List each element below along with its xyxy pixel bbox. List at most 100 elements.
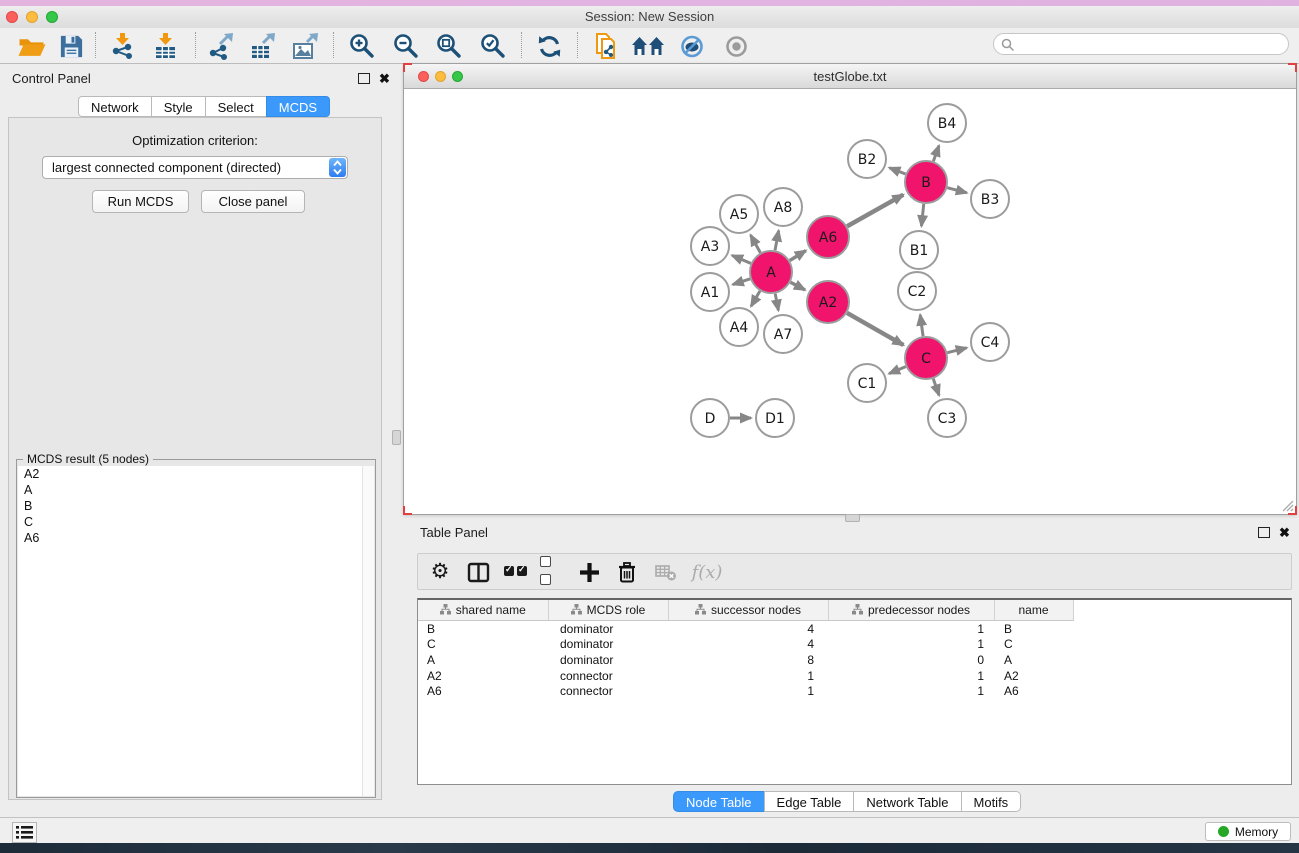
import-table-button[interactable] [147, 31, 185, 61]
vertical-splitter-handle[interactable] [392, 430, 401, 445]
node-table[interactable]: shared name MCDS role successor nodes pr… [417, 598, 1292, 785]
mcds-result-item[interactable]: C [18, 514, 374, 530]
node-A7[interactable]: A7 [764, 315, 802, 353]
float-panel-icon[interactable] [358, 73, 370, 84]
tab-select[interactable]: Select [205, 96, 267, 117]
edge-A-A1[interactable] [733, 279, 750, 285]
export-image-button[interactable] [287, 31, 325, 61]
node-D1[interactable]: D1 [756, 399, 794, 437]
node-C[interactable]: C [905, 337, 947, 379]
export-table-button[interactable] [244, 31, 282, 61]
mcds-result-item[interactable]: A [18, 482, 374, 498]
table-row[interactable]: A2connector11A2 [418, 668, 1073, 684]
table-row[interactable]: A6connector11A6 [418, 683, 1073, 699]
edge-B-B3[interactable] [947, 188, 967, 193]
memory-button[interactable]: Memory [1205, 822, 1291, 841]
zoom-selected-button[interactable] [474, 31, 512, 61]
node-B4[interactable]: B4 [928, 104, 966, 142]
edge-A-A6[interactable] [790, 251, 806, 261]
home-view-button[interactable] [629, 31, 667, 61]
node-B1[interactable]: B1 [900, 231, 938, 269]
node-A1[interactable]: A1 [691, 273, 729, 311]
node-A6[interactable]: A6 [807, 216, 849, 258]
close-panel-icon[interactable]: ✖ [379, 74, 390, 84]
edge-B-B2[interactable] [889, 168, 905, 174]
node-D[interactable]: D [691, 399, 729, 437]
network-view-window[interactable]: testGlobe.txt B4B2BB3A8A5A6A3B1AA1C2A2A4… [403, 63, 1297, 515]
deselect-all-columns-button[interactable] [540, 558, 566, 586]
tab-network[interactable]: Network [78, 96, 152, 117]
mcds-result-scrollbar[interactable] [362, 466, 374, 796]
open-session-button[interactable] [13, 31, 51, 61]
import-network-button[interactable] [104, 31, 142, 61]
search-input[interactable] [1018, 35, 1282, 55]
save-session-button[interactable] [52, 31, 90, 61]
column-header-mcds-role[interactable]: MCDS role [548, 600, 668, 621]
edge-A-A2[interactable] [790, 282, 805, 290]
horizontal-splitter-handle[interactable] [845, 514, 860, 522]
mcds-result-item[interactable]: A6 [18, 530, 374, 546]
delete-column-button[interactable] [614, 558, 640, 586]
close-panel-icon[interactable]: ✖ [1279, 528, 1290, 538]
duplicate-network-button[interactable] [587, 31, 625, 61]
node-A8[interactable]: A8 [764, 188, 802, 226]
node-A[interactable]: A [750, 251, 792, 293]
hide-graphics-details-button[interactable] [673, 31, 711, 61]
show-graphics-details-button[interactable] [717, 31, 755, 61]
close-panel-button[interactable]: Close panel [201, 190, 305, 213]
tab-node-table[interactable]: Node Table [673, 791, 765, 812]
search-box[interactable] [993, 33, 1289, 55]
edge-C-C1[interactable] [889, 367, 906, 374]
node-C1[interactable]: C1 [848, 364, 886, 402]
column-header-predecessor-nodes[interactable]: predecessor nodes [828, 600, 994, 621]
table-row[interactable]: Adominator80A [418, 652, 1073, 668]
edge-A-A8[interactable] [775, 231, 779, 251]
resize-grip[interactable] [1279, 497, 1294, 512]
table-row[interactable]: Bdominator41B [418, 621, 1073, 637]
column-header-shared-name[interactable]: shared name [418, 600, 548, 621]
tab-style[interactable]: Style [151, 96, 206, 117]
apply-layout-button[interactable] [530, 31, 568, 61]
app-titlebar[interactable]: Session: New Session [0, 6, 1299, 29]
zoom-fit-button[interactable] [430, 31, 468, 61]
edge-A2-C[interactable] [847, 313, 903, 345]
zoom-in-button[interactable] [343, 31, 381, 61]
criterion-dropdown[interactable]: largest connected component (directed) [42, 156, 348, 179]
panel-list-button[interactable] [12, 822, 37, 843]
node-A2[interactable]: A2 [807, 281, 849, 323]
node-A5[interactable]: A5 [720, 195, 758, 233]
delete-table-button[interactable] [652, 558, 680, 586]
dropdown-stepper[interactable] [329, 158, 346, 177]
run-mcds-button[interactable]: Run MCDS [92, 190, 189, 213]
edge-B-B4[interactable] [933, 146, 939, 162]
edge-C-C2[interactable] [920, 315, 923, 336]
edge-A6-B[interactable] [847, 195, 903, 227]
tab-edge-table[interactable]: Edge Table [764, 791, 855, 812]
edge-A-A4[interactable] [751, 291, 760, 306]
create-column-button[interactable] [576, 558, 602, 586]
network-window-titlebar[interactable]: testGlobe.txt [404, 64, 1296, 89]
node-B[interactable]: B [905, 161, 947, 203]
float-panel-icon[interactable] [1258, 527, 1270, 538]
column-header-successor-nodes[interactable]: successor nodes [668, 600, 828, 621]
zoom-out-button[interactable] [387, 31, 425, 61]
select-all-columns-button[interactable] [504, 558, 530, 586]
mcds-result-item[interactable]: B [18, 498, 374, 514]
table-settings-button[interactable]: ⚙ [428, 558, 452, 586]
edge-A-A7[interactable] [775, 294, 778, 311]
tab-motifs[interactable]: Motifs [961, 791, 1022, 812]
node-C2[interactable]: C2 [898, 272, 936, 310]
network-canvas[interactable]: B4B2BB3A8A5A6A3B1AA1C2A2A4A7C4CC1DD1C3 [404, 89, 1296, 515]
column-view-button[interactable] [464, 558, 492, 586]
edge-A-A5[interactable] [751, 235, 761, 253]
mcds-result-list[interactable]: A2ABCA6 [18, 466, 374, 796]
node-A3[interactable]: A3 [691, 227, 729, 265]
edge-B-B1[interactable] [921, 204, 923, 226]
function-builder-button[interactable]: f(x) [690, 558, 724, 586]
column-header-name[interactable]: name [994, 600, 1073, 621]
tab-mcds[interactable]: MCDS [266, 96, 330, 117]
node-C3[interactable]: C3 [928, 399, 966, 437]
node-A4[interactable]: A4 [720, 308, 758, 346]
node-C4[interactable]: C4 [971, 323, 1009, 361]
edge-C-C3[interactable] [933, 379, 939, 396]
